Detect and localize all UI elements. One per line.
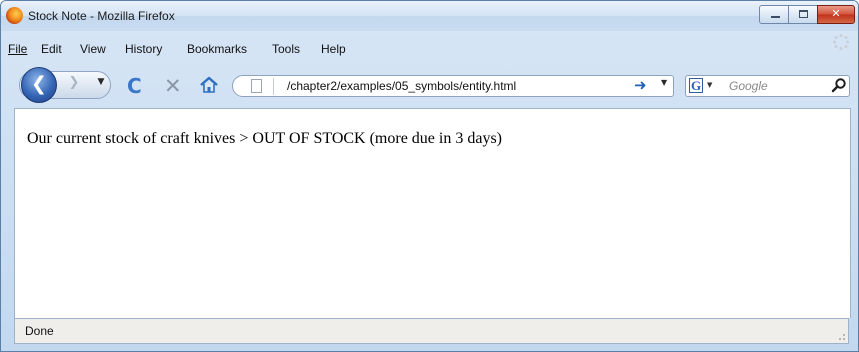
chevron-down-icon[interactable]: ▼ <box>707 81 712 89</box>
search-input[interactable]: Google <box>729 79 768 93</box>
forward-arrow-icon: ❯ <box>68 75 80 90</box>
close-button[interactable]: ✕ <box>817 5 855 24</box>
resize-grip-icon[interactable] <box>834 329 846 341</box>
menu-view[interactable]: View <box>80 42 106 56</box>
status-bar: Done <box>14 318 849 344</box>
menu-help[interactable]: Help <box>321 42 346 56</box>
throbber-icon <box>833 34 849 50</box>
go-arrow-icon: ➜ <box>634 76 647 94</box>
title-bar: Stock Note - Mozilla Firefox ✕ <box>1 1 858 31</box>
menu-help-label: Help <box>321 42 346 56</box>
chevron-down-icon: ▼ <box>97 77 105 87</box>
navigation-toolbar: ❮ ❯ ▼ C ✕ /chapter2/examples/05_symbols/… <box>1 63 858 105</box>
home-icon <box>200 76 218 93</box>
search-engine-icon[interactable]: G <box>689 78 703 93</box>
menu-file-label: File <box>8 42 28 56</box>
minimize-button[interactable] <box>759 5 789 24</box>
page-text: Our current stock of craft knives > OUT … <box>27 130 503 147</box>
menu-bar: File Edit View History Bookmarks Tools H… <box>1 38 858 60</box>
maximize-button[interactable] <box>788 5 818 24</box>
stop-button[interactable]: ✕ <box>164 74 186 98</box>
magnifier-icon[interactable] <box>831 77 847 93</box>
close-icon: ✕ <box>831 7 841 20</box>
chevron-down-icon: ▼ <box>661 78 668 87</box>
address-bar[interactable]: /chapter2/examples/05_symbols/entity.htm… <box>232 75 674 97</box>
url-history-dropdown[interactable]: ▼ <box>661 78 671 92</box>
menu-bookmarks-label: Bookmarks <box>187 42 248 56</box>
stop-icon: ✕ <box>164 74 182 98</box>
search-bar[interactable]: G ▼ Google <box>685 75 850 97</box>
menu-edit-label: Edit <box>41 42 62 56</box>
menu-history-label: History <box>125 42 163 56</box>
reload-icon: C <box>127 74 142 98</box>
reload-button[interactable]: C <box>127 74 149 98</box>
browser-window: Stock Note - Mozilla Firefox ✕ File Edit… <box>0 0 859 352</box>
url-divider <box>273 78 274 95</box>
menu-file[interactable]: File <box>8 42 27 56</box>
back-button[interactable]: ❮ <box>21 67 57 103</box>
go-button[interactable]: ➜ <box>634 76 652 94</box>
menu-edit[interactable]: Edit <box>41 42 62 56</box>
url-text[interactable]: /chapter2/examples/05_symbols/entity.htm… <box>287 79 516 93</box>
menu-history[interactable]: History <box>125 42 162 56</box>
history-dropdown-button[interactable]: ▼ <box>95 77 107 93</box>
status-text: Done <box>25 324 54 338</box>
menu-tools-label: Tools <box>272 42 301 56</box>
menu-bookmarks[interactable]: Bookmarks <box>187 42 247 56</box>
back-arrow-icon: ❮ <box>31 73 47 95</box>
minimize-icon <box>771 16 780 18</box>
menu-view-label: View <box>80 42 106 56</box>
home-button[interactable] <box>198 74 220 96</box>
firefox-icon <box>6 7 23 24</box>
window-title: Stock Note - Mozilla Firefox <box>28 9 175 23</box>
maximize-icon <box>799 10 808 18</box>
page-icon <box>251 79 262 93</box>
forward-button[interactable]: ❯ <box>61 75 87 95</box>
menu-tools[interactable]: Tools <box>272 42 300 56</box>
page-content: Our current stock of craft knives > OUT … <box>14 108 851 318</box>
